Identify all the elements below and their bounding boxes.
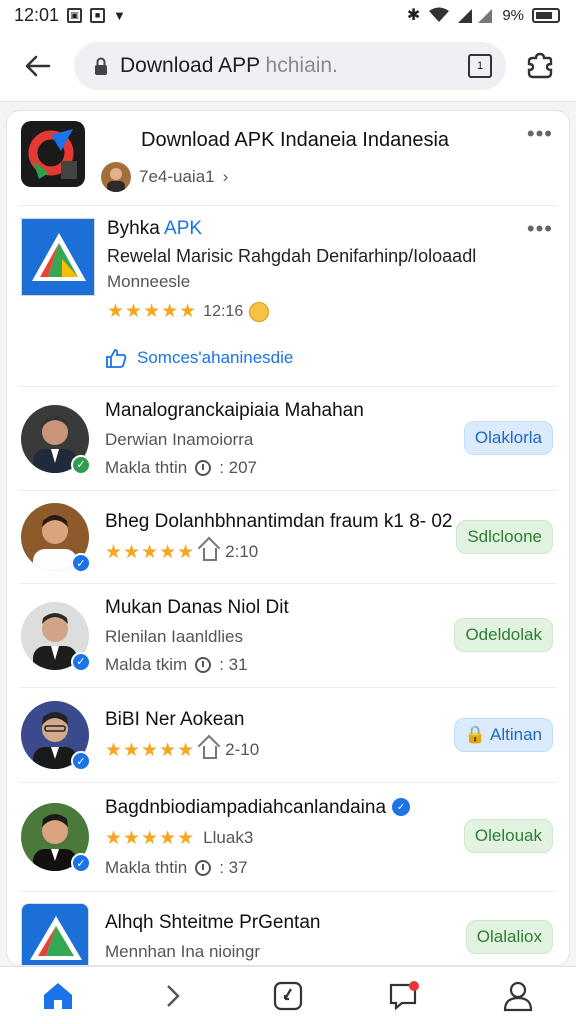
more-options-button[interactable]: ••• [527,218,553,240]
extensions-button[interactable] [520,46,560,86]
lock-icon [95,57,107,75]
download-button[interactable]: Olalaliox [465,920,553,954]
dropdown-icon: ▼ [113,7,126,23]
more-options-button[interactable]: ••• [527,123,553,145]
bottom-navigation [0,966,576,1024]
list-item[interactable]: Alhqh Shteitme PrGentan Mennhan Ina nioi… [7,892,569,965]
home-icon [43,982,72,1009]
featured-app-rating: ★★★★★ 12:16 [107,300,476,323]
list-item[interactable]: ✓ BiBI Ner Aokean ★★★★★ 2-10 🔒 Altinan [7,688,569,782]
battery-percent: 9% [502,6,524,24]
nav-downloads[interactable] [260,973,316,1019]
browser-toolbar: Download APP hchiain. 1 [0,30,576,102]
like-button[interactable]: Somces'ahaninesdie [105,348,293,368]
item-meta: Makla thtin: 207 [105,457,258,477]
status-bar: 12:01 ▣ ■ ▼ ✱ 9% [0,0,576,30]
tab-switcher-button[interactable]: 1 [468,53,492,78]
verified-icon: ✓ [392,798,411,817]
verified-badge-icon: ✓ [71,553,91,573]
feed-title: Download APK Indaneia Indanesia [141,129,450,151]
star-rating: ★★★★★ [107,301,198,322]
arrow-left-icon [25,55,51,76]
app-feed: Download APK Indaneia Indanesia 7e4-uaia… [6,110,570,966]
verified-badge-icon: ✓ [71,454,91,475]
bluetooth-icon: ✱ [406,7,421,24]
author-avatar [101,162,131,192]
nav-profile[interactable] [490,973,546,1019]
author-name: 7e4-uaia1 [139,167,215,186]
clock-icon [195,859,212,876]
verified-badge-icon: ✓ [71,751,91,771]
verified-badge-icon: ✓ [71,853,91,873]
signal-icon [458,9,493,23]
item-name: Bagdnbiodiampadiahcanlandaina ✓ [105,797,555,819]
notification-dot [409,980,420,991]
avatar: ✓ [21,601,91,672]
featured-app-name: Byhka APK [107,218,203,239]
item-name: Manalogranckaipiaia Mahahan [105,399,364,421]
featured-app-icon [21,218,95,296]
status-time: 12:01 [14,4,60,25]
nav-forward[interactable] [145,973,201,1019]
list-item[interactable]: ✓ Bheg Dolanhbhnantimdan fraum k1 8- 02 … [7,491,569,583]
address-bar[interactable]: Download APP hchiain. 1 [74,41,506,90]
download-button[interactable]: Odeldolak [454,618,553,652]
home-icon [203,745,218,759]
featured-app-description: Rewelal Marisic Rahgdah Denifarhinp/Iolo… [107,246,477,266]
feed-header: Download APK Indaneia Indanesia 7e4-uaia… [7,111,569,205]
battery-icon [532,7,560,23]
app-logo [21,121,85,187]
puzzle-icon [527,52,553,78]
notification-icon: ■ [90,7,106,23]
avatar: ✓ [21,803,91,873]
url-text: Download APP hchiain. [120,53,338,77]
download-icon [273,981,303,1010]
download-button[interactable]: Sdlcloone [456,520,553,554]
clock-icon [195,459,212,476]
list-item[interactable]: ✓ Manalogranckaipiaia Mahahan Derwian In… [7,387,569,490]
app-icon [21,903,89,965]
emoji-icon [249,301,270,322]
download-button[interactable]: 🔒 Altinan [453,718,553,752]
clock-icon [195,656,212,673]
home-icon [203,547,218,561]
featured-app[interactable]: Byhka APK Rewelal Marisic Rahgdah Denifa… [7,206,569,386]
list-item[interactable]: ✓ Bagdnbiodiampadiahcanlandaina ✓ ★★★★★ Ll… [7,783,569,891]
thumbs-up-icon [106,349,127,368]
list-item[interactable]: ✓ Mukan Danas Niol Dit Rlenilan Iaanldli… [7,584,569,687]
item-meta: Makla thtin: 37 [105,857,248,877]
item-meta: Malda tkim: 31 [105,654,248,674]
download-button[interactable]: Olaklorla [463,421,553,455]
screenshot-icon: ▣ [67,7,83,23]
chevron-right-icon [166,984,180,1007]
lock-icon: 🔒 [464,725,487,744]
chevron-right-icon: › [222,167,229,186]
verified-badge-icon: ✓ [71,651,91,672]
nav-home[interactable] [30,973,86,1019]
person-icon [504,981,533,1011]
wifi-icon [429,7,450,22]
avatar: ✓ [21,503,91,573]
avatar: ✓ [21,701,91,771]
download-button[interactable]: Olelouak [463,819,553,853]
back-button[interactable] [16,44,60,88]
featured-app-category: Monneesle [107,272,191,291]
avatar: ✓ [21,404,91,475]
nav-notifications[interactable] [375,973,431,1019]
item-name: Mukan Danas Niol Dit [105,596,289,618]
feed-author[interactable]: 7e4-uaia1 › [101,162,449,192]
